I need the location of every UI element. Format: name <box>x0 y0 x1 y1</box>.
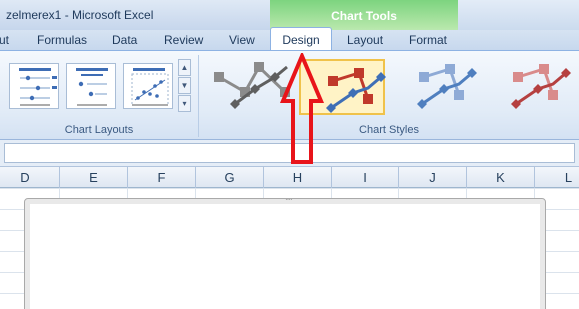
gallery-scroll-up-button[interactable]: ▲ <box>178 59 191 76</box>
column-header-d[interactable]: D <box>0 167 60 188</box>
title-bar-right <box>458 0 579 30</box>
column-header-e[interactable]: E <box>60 167 128 188</box>
chart-resize-handle[interactable]: ···· <box>285 196 301 204</box>
chart-layout-2-thumbnail[interactable] <box>66 63 116 109</box>
chart-layout-3-thumbnail[interactable] <box>123 63 173 109</box>
column-header-i[interactable]: I <box>332 167 399 188</box>
chevron-up-icon: ▲ <box>180 63 189 72</box>
column-header-row: D E F G H I J K L <box>0 166 579 188</box>
window-title: zelmerex1 - Microsoft Excel <box>6 8 154 22</box>
chart-layouts-group-label: Chart Layouts <box>64 124 134 136</box>
chevron-down-icon: ▼ <box>180 81 189 90</box>
tab-formulas[interactable]: Formulas <box>37 33 87 47</box>
gallery-scroll-down-button[interactable]: ▼ <box>178 77 191 94</box>
tab-review[interactable]: Review <box>164 33 203 47</box>
tab-format[interactable]: Format <box>409 33 447 47</box>
chart-tools-label: Chart Tools <box>331 9 397 23</box>
chart-layout-1-thumbnail[interactable] <box>9 63 59 109</box>
tab-layout-partial[interactable]: ut <box>0 33 9 47</box>
tab-data[interactable]: Data <box>112 33 137 47</box>
chart-styles-group-label: Chart Styles <box>359 124 419 136</box>
gallery-more-button[interactable]: ▾ <box>178 95 191 112</box>
chart-style-3-thumbnail[interactable] <box>394 59 480 115</box>
chart-area[interactable]: ···· <box>24 196 546 309</box>
column-header-h[interactable]: H <box>264 167 332 188</box>
column-header-g[interactable]: G <box>196 167 264 188</box>
chart-style-4-thumbnail[interactable] <box>488 59 574 115</box>
tab-design[interactable]: Design <box>270 27 332 51</box>
red-up-arrow-icon <box>279 53 325 164</box>
column-header-f[interactable]: F <box>128 167 196 188</box>
more-icon: ▾ <box>182 99 187 108</box>
tab-view[interactable]: View <box>229 33 255 47</box>
column-header-k[interactable]: K <box>467 167 535 188</box>
column-header-l[interactable]: L <box>535 167 579 188</box>
column-header-j[interactable]: J <box>399 167 467 188</box>
tab-chart-layout[interactable]: Layout <box>347 33 383 47</box>
